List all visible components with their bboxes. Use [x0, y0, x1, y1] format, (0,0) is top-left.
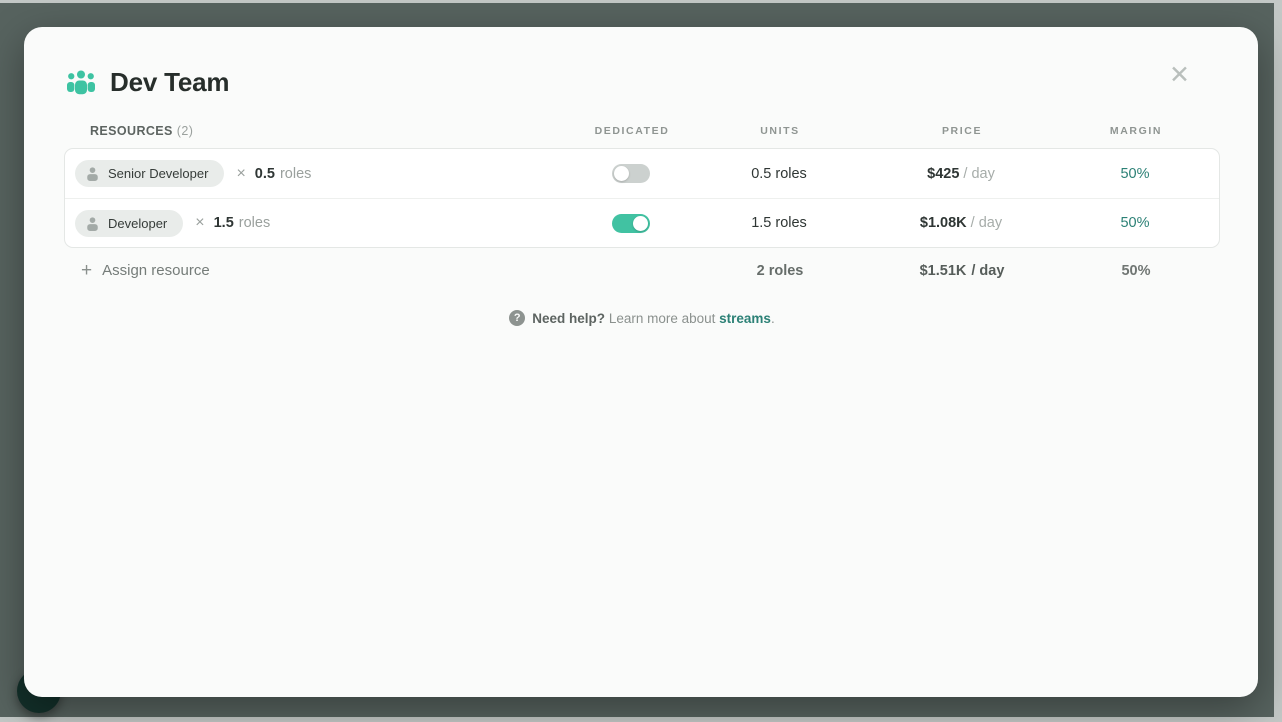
resource-chip[interactable]: Senior Developer — [75, 160, 225, 187]
resource-name: Senior Developer — [108, 166, 209, 181]
price-value: $1.08K — [919, 215, 967, 231]
assign-resource-label: Assign resource — [102, 262, 210, 279]
resource-row: Developer × 1.5 roles 1.5 roles $1.08K / … — [65, 198, 1219, 247]
price-cell: $425/ day — [857, 165, 1065, 183]
question-mark-icon[interactable]: ? — [509, 310, 526, 326]
total-price-suffix: / day — [971, 263, 1005, 279]
toggle-knob — [633, 215, 648, 231]
help-bold-text: Need help? — [532, 310, 606, 326]
resources-label: RESOURCES (2) — [90, 124, 562, 138]
price-suffix: / day — [970, 215, 1003, 231]
help-line: ? Need help? Learn more about streams. — [64, 310, 1220, 326]
price-value: $425 — [927, 165, 960, 182]
streams-link[interactable]: streams — [719, 311, 771, 326]
multiplier-unit: roles — [279, 165, 312, 182]
close-icon[interactable]: ✕ — [1169, 63, 1190, 88]
multiply-icon: × — [236, 164, 246, 182]
total-margin: 50% — [1121, 263, 1151, 279]
toggle-knob — [614, 166, 629, 181]
assign-resource-button[interactable]: + Assign resource — [74, 261, 210, 280]
multiplier-unit: roles — [238, 215, 271, 231]
dedicated-toggle[interactable] — [612, 164, 650, 183]
resource-row-left: Senior Developer × 0.5 roles — [75, 160, 561, 187]
resources-title: RESOURCES — [90, 124, 173, 138]
column-header-price: PRICE — [941, 125, 983, 137]
units-cell: 1.5 roles — [751, 215, 807, 231]
total-units: 2 roles — [756, 263, 804, 279]
help-regular-text: Learn more about — [608, 310, 716, 326]
resource-row: Senior Developer × 0.5 roles 0.5 roles $… — [65, 149, 1219, 198]
team-group-icon — [66, 69, 96, 97]
units-cell: 0.5 roles — [751, 165, 807, 182]
table-header-row: RESOURCES (2) DEDICATED UNITS PRICE MARGI… — [64, 124, 1220, 148]
column-header-margin: MARGIN — [1109, 125, 1163, 137]
help-text: Need help? Learn more about streams. — [532, 311, 774, 326]
modal-title: Dev Team — [110, 67, 230, 97]
modal-header: Dev Team ✕ — [66, 63, 1220, 98]
multiply-icon: × — [195, 214, 205, 231]
resources-card: Senior Developer × 0.5 roles 0.5 roles $… — [64, 148, 1220, 248]
total-price-value: $1.51K — [919, 263, 967, 279]
dedicated-toggle[interactable] — [612, 213, 650, 233]
column-header-dedicated: DEDICATED — [594, 125, 670, 137]
plus-icon: + — [81, 260, 93, 281]
resources-count: (2) — [176, 124, 194, 138]
dedicated-cell — [561, 164, 701, 183]
margin-cell: 50% — [1120, 165, 1150, 182]
dedicated-cell — [561, 213, 701, 233]
column-header-units: UNITS — [760, 125, 800, 137]
resource-row-left: Developer × 1.5 roles — [75, 209, 561, 237]
resource-name: Developer — [108, 215, 168, 231]
total-price-cell: $1.51K / day — [858, 262, 1066, 280]
person-icon — [85, 166, 100, 181]
price-cell: $1.08K / day — [857, 214, 1065, 232]
multiplier-value[interactable]: 0.5 — [255, 166, 275, 182]
resource-chip[interactable]: Developer — [75, 209, 184, 237]
margin-cell: 50% — [1120, 215, 1150, 231]
assign-resource-cell: + Assign resource — [74, 261, 562, 281]
price-suffix: / day — [963, 165, 995, 182]
totals-row: + Assign resource 2 roles $1.51K / day 50… — [64, 248, 1220, 294]
multiplier-value[interactable]: 1.5 — [214, 215, 234, 231]
person-icon — [85, 216, 100, 231]
dev-team-modal: Dev Team ✕ RESOURCES (2) DEDICATED UNITS … — [24, 27, 1258, 697]
help-period: . — [770, 310, 775, 326]
